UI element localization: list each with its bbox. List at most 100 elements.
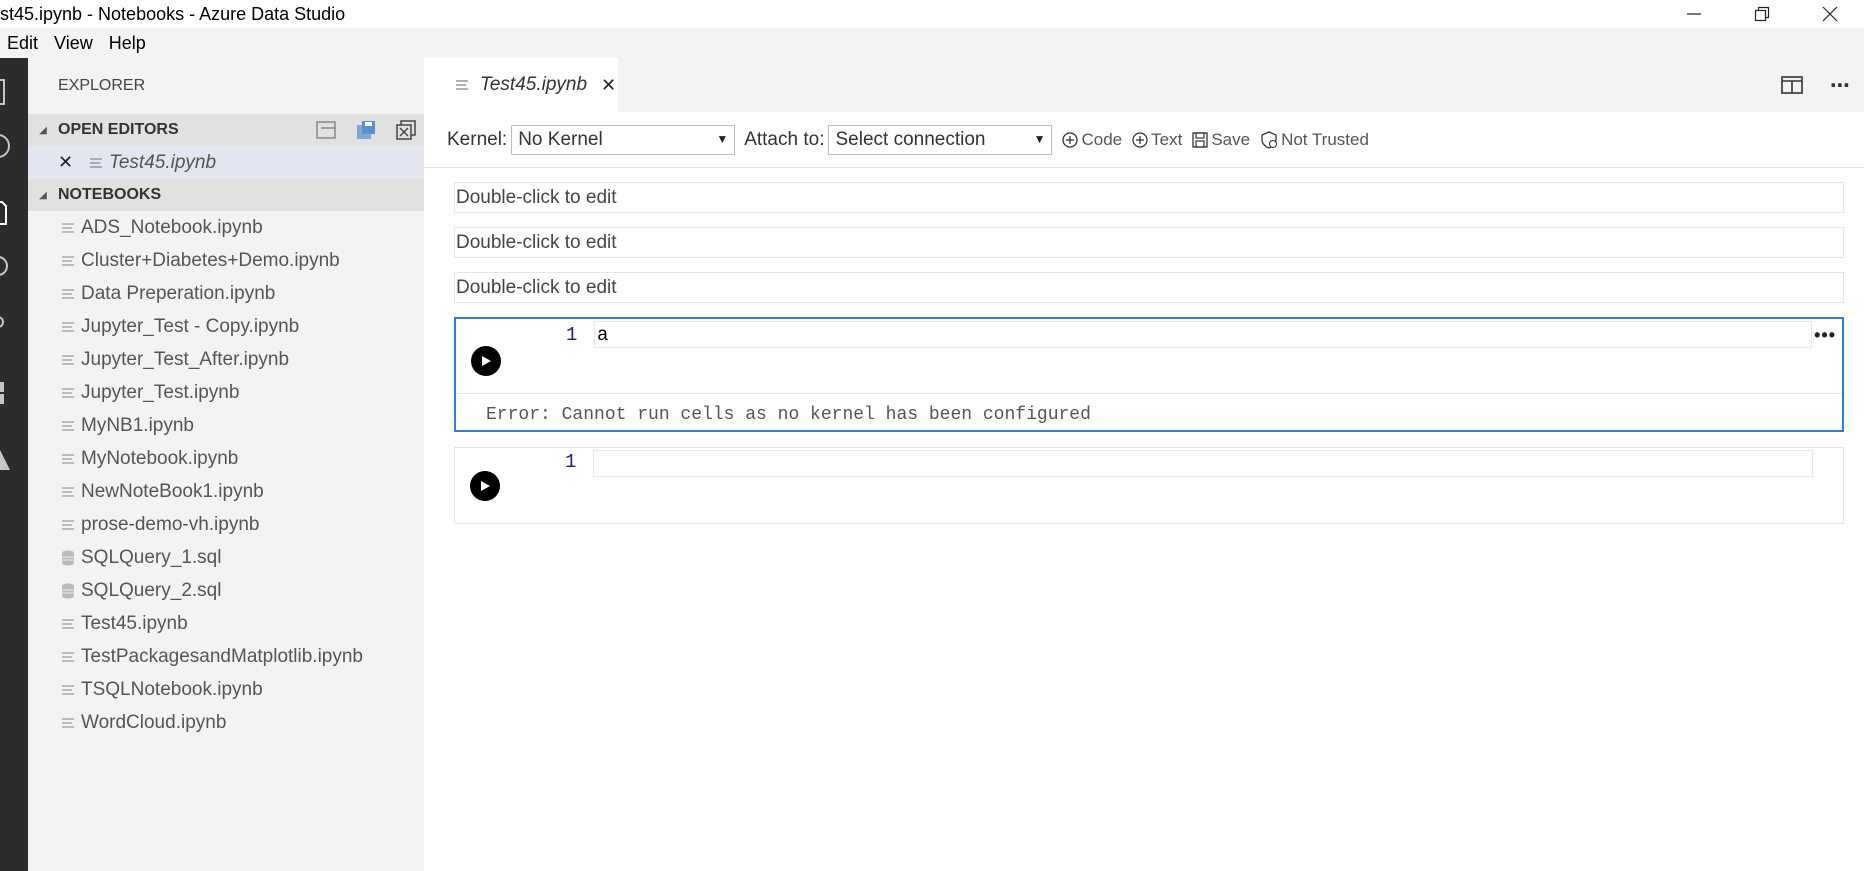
notebook-file-label: Jupyter_Test_After.ipynb <box>81 348 290 370</box>
run-cell-button[interactable] <box>470 471 500 501</box>
notebook-file-label: ADS_Notebook.ipynb <box>81 216 263 238</box>
connections-activity-icon[interactable] <box>0 132 28 164</box>
notebook-file-item[interactable]: Jupyter_Test - Copy.ipynb <box>28 310 424 343</box>
notebook-file-label: Test45.ipynb <box>81 612 188 634</box>
search-activity-icon[interactable] <box>0 252 28 284</box>
save-all-icon[interactable] <box>354 118 378 142</box>
window-controls <box>1660 0 1864 28</box>
notebooks-header[interactable]: ◢ NOTEBOOKS <box>28 179 424 211</box>
database-file-icon <box>56 548 80 568</box>
notebook-file-item[interactable]: MyNB1.ipynb <box>28 409 424 442</box>
notebook-cells: Double-click to edit Double-click to edi… <box>454 182 1844 524</box>
extensions-activity-icon[interactable] <box>0 378 28 410</box>
sidebar-title: EXPLORER <box>58 77 146 94</box>
tab-test45[interactable]: Test45.ipynb ✕ <box>424 58 618 112</box>
notebook-file-item[interactable]: Test45.ipynb <box>28 607 424 640</box>
notebook-file-item[interactable]: Jupyter_Test_After.ipynb <box>28 343 424 376</box>
dropdown-arrow-icon: ▼ <box>716 131 729 146</box>
kernel-dropdown[interactable]: No Kernel ▼ <box>511 124 736 155</box>
notebook-file-label: Cluster+Diabetes+Demo.ipynb <box>81 249 340 271</box>
line-number: 1 <box>566 324 578 346</box>
source-control-activity-icon[interactable] <box>0 312 28 344</box>
menu-view[interactable]: View <box>47 33 102 54</box>
code-editor[interactable]: a <box>594 321 1812 348</box>
attach-value: Select connection <box>835 128 986 150</box>
tabs-bar: Test45.ipynb ✕ ⋯ <box>424 58 1864 112</box>
menu-bar: Edit View Help <box>0 28 1864 58</box>
add-code-label: Code <box>1081 129 1123 149</box>
markdown-cell[interactable]: Double-click to edit <box>454 272 1844 303</box>
trust-button[interactable]: Not Trusted <box>1260 130 1369 150</box>
add-code-button[interactable]: Code <box>1062 130 1122 150</box>
open-editors-header[interactable]: ◢ OPEN EDITORS <box>28 114 424 146</box>
close-all-icon[interactable] <box>394 118 418 142</box>
attach-label: Attach to: <box>744 128 825 150</box>
run-cell-button[interactable] <box>471 346 501 376</box>
code-cell[interactable]: 1 <box>454 447 1844 524</box>
notebook-file-item[interactable]: NewNoteBook1.ipynb <box>28 475 424 508</box>
notebook-file-icon <box>56 383 80 403</box>
dropdown-arrow-icon: ▼ <box>1033 131 1046 146</box>
notebooks-label: NOTEBOOKS <box>58 186 162 203</box>
code-editor[interactable] <box>593 450 1813 477</box>
notebook-file-item[interactable]: TestPackagesandMatplotlib.ipynb <box>28 640 424 673</box>
minimize-icon <box>1687 13 1701 15</box>
notebook-file-icon <box>56 713 80 733</box>
menu-help[interactable]: Help <box>102 33 155 54</box>
activity-bar <box>0 58 28 871</box>
notebook-file-item[interactable]: SQLQuery_1.sql <box>28 541 424 574</box>
notebook-file-item[interactable]: SQLQuery_2.sql <box>28 574 424 607</box>
save-label: Save <box>1211 129 1251 149</box>
notebooks-file-list: ADS_Notebook.ipynb Cluster+Diabetes+Demo.… <box>28 211 424 739</box>
open-editor-item[interactable]: ✕ Test45.ipynb <box>28 146 424 179</box>
markdown-cell[interactable]: Double-click to edit <box>454 227 1844 258</box>
close-window-button[interactable] <box>1796 0 1864 28</box>
save-button[interactable]: Save <box>1192 130 1250 150</box>
notebook-file-label: MyNotebook.ipynb <box>81 447 239 469</box>
restore-icon <box>1754 6 1770 22</box>
notebook-toolbar: Kernel: No Kernel ▼ Attach to: Select co… <box>424 112 1864 168</box>
notebook-file-icon <box>56 350 80 370</box>
markdown-cell[interactable]: Double-click to edit <box>454 182 1844 213</box>
close-tab-icon[interactable]: ✕ <box>601 75 616 96</box>
deploy-activity-icon[interactable] <box>0 446 28 478</box>
notebook-file-label: Jupyter_Test.ipynb <box>81 381 240 403</box>
notebook-activity-icon[interactable] <box>0 198 28 230</box>
cell-more-icon[interactable]: ••• <box>1814 325 1836 346</box>
minimize-button[interactable] <box>1660 0 1728 28</box>
notebook-file-label: prose-demo-vh.ipynb <box>81 513 260 535</box>
kernel-label: Kernel: <box>447 128 508 150</box>
more-actions-icon[interactable]: ⋯ <box>1816 58 1864 112</box>
split-editor-icon[interactable] <box>1768 58 1816 112</box>
notebook-file-icon <box>450 75 474 95</box>
shield-icon <box>1260 130 1278 149</box>
explorer-activity-icon[interactable] <box>0 78 28 110</box>
notebook-file-item[interactable]: WordCloud.ipynb <box>28 706 424 739</box>
add-text-button[interactable]: Text <box>1132 130 1182 150</box>
notebook-file-icon <box>56 317 80 337</box>
code-cell-active[interactable]: 1 a ••• Error: Cannot run cells as no ke… <box>454 317 1844 432</box>
new-untitled-file-icon[interactable] <box>314 118 338 142</box>
notebook-file-label: SQLQuery_1.sql <box>81 546 222 568</box>
output-divider <box>456 393 1842 394</box>
notebook-file-item[interactable]: TSQLNotebook.ipynb <box>28 673 424 706</box>
notebook-file-label: MyNB1.ipynb <box>81 414 194 436</box>
notebook-file-item[interactable]: Cluster+Diabetes+Demo.ipynb <box>28 244 424 277</box>
notebook-file-icon <box>56 515 80 535</box>
notebook-file-icon <box>56 218 80 238</box>
attach-dropdown[interactable]: Select connection ▼ <box>828 124 1053 155</box>
notebook-file-item[interactable]: MyNotebook.ipynb <box>28 442 424 475</box>
close-editor-icon[interactable]: ✕ <box>58 152 84 173</box>
plus-circle-icon <box>1062 131 1079 148</box>
notebook-file-item[interactable]: ADS_Notebook.ipynb <box>28 211 424 244</box>
notebook-file-icon <box>56 284 80 304</box>
notebook-file-item[interactable]: prose-demo-vh.ipynb <box>28 508 424 541</box>
notebook-file-label: WordCloud.ipynb <box>81 711 227 733</box>
restore-button[interactable] <box>1728 0 1796 28</box>
trust-label: Not Trusted <box>1281 129 1369 149</box>
notebook-file-item[interactable]: Jupyter_Test.ipynb <box>28 376 424 409</box>
notebook-file-icon <box>56 647 80 667</box>
notebook-file-icon <box>56 482 80 502</box>
menu-edit[interactable]: Edit <box>0 33 47 54</box>
notebook-file-item[interactable]: Data Preperation.ipynb <box>28 277 424 310</box>
